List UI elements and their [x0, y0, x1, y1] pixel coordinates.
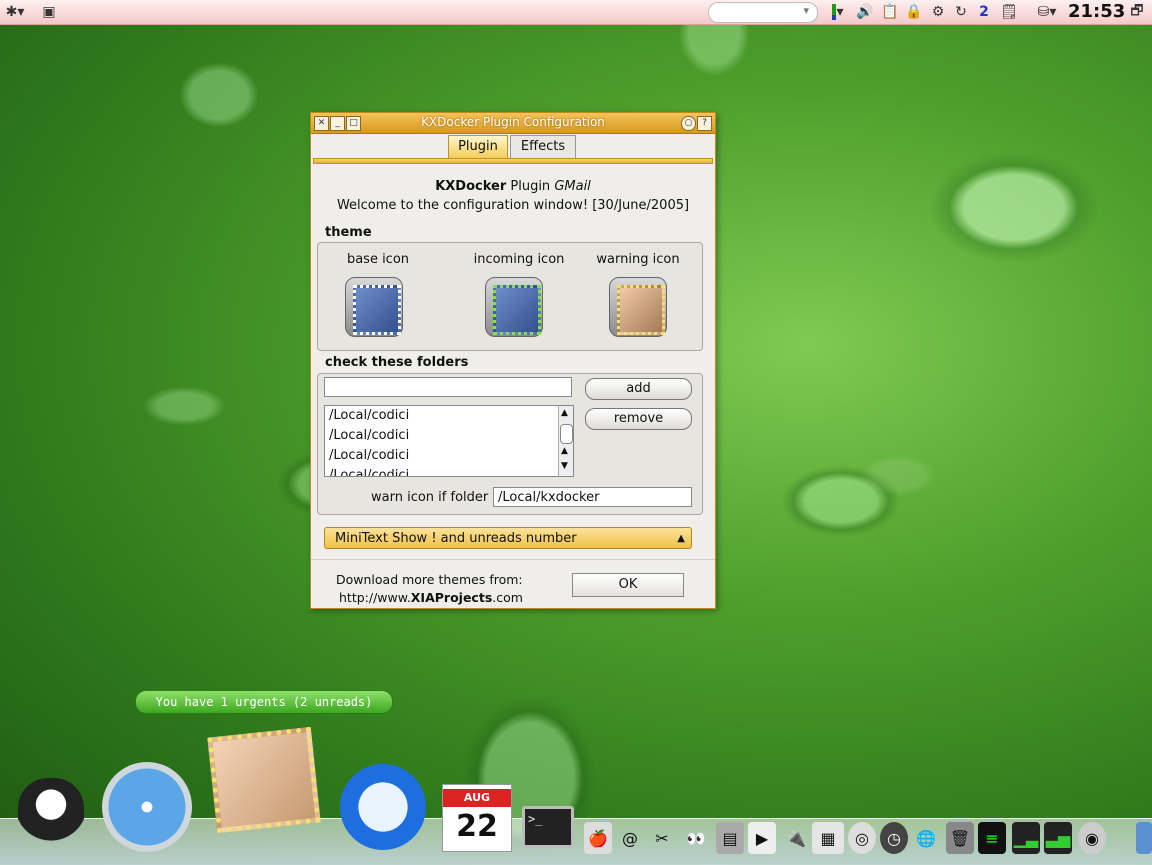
- plugin-heading: KXDocker Plugin GMail: [311, 179, 715, 194]
- plugin-name: GMail: [554, 179, 591, 194]
- window-titlebar[interactable]: ✕ _ □ KXDocker Plugin Configuration ○ ?: [311, 113, 715, 134]
- config-window: ✕ _ □ KXDocker Plugin Configuration ○ ? …: [310, 112, 716, 609]
- desktop-icon[interactable]: [1136, 822, 1152, 854]
- media-icon[interactable]: ▶: [748, 822, 776, 854]
- scroll-up-icon[interactable]: ▲: [561, 408, 568, 418]
- url-suffix: .com: [492, 590, 523, 605]
- clock-dock-icon[interactable]: ◷: [880, 822, 908, 854]
- warning-icon-label: warning icon: [596, 252, 680, 267]
- base-icon-label: base icon: [346, 252, 410, 267]
- tab-underline: [313, 158, 713, 164]
- clock[interactable]: 21:53: [1068, 1, 1125, 22]
- base-mail-icon[interactable]: [345, 277, 403, 337]
- add-button[interactable]: add: [585, 378, 692, 400]
- themes-url[interactable]: http://www.XIAProjects.com: [339, 590, 523, 605]
- tab-bar: Plugin Effects: [311, 133, 715, 159]
- sticky-icon[interactable]: ○: [681, 116, 696, 131]
- lock-icon[interactable]: 🔒: [904, 2, 924, 22]
- load-monitor-icon[interactable]: ▃▅: [1044, 822, 1072, 854]
- scroll-thumb[interactable]: [560, 424, 573, 444]
- tools-icon[interactable]: ✂: [648, 822, 676, 854]
- tab-plugin[interactable]: Plugin: [448, 135, 508, 158]
- list-item[interactable]: /Local/codici: [325, 426, 573, 446]
- cpu-monitor-icon[interactable]: ▁▃: [1012, 822, 1040, 854]
- download-text: Download more themes from:: [336, 572, 523, 587]
- list-item[interactable]: /Local/codici: [325, 406, 573, 426]
- trash-icon[interactable]: 🗑: [946, 822, 974, 854]
- ok-button[interactable]: OK: [572, 573, 684, 597]
- warn-folder-label: warn icon if folder: [371, 490, 489, 505]
- xeyes-icon[interactable]: 👀: [682, 822, 710, 854]
- safari-compass-icon[interactable]: [102, 762, 192, 852]
- urgent-notification[interactable]: You have 1 urgents (2 unreads): [135, 690, 393, 714]
- url-brand: XIAProjects: [410, 590, 493, 605]
- incoming-stamp-icon: [493, 285, 541, 335]
- network-globe-icon[interactable]: 🌐: [912, 822, 940, 854]
- terminal-icon[interactable]: >_: [522, 806, 574, 848]
- window-title: KXDocker Plugin Configuration: [421, 115, 605, 129]
- remove-button[interactable]: remove: [585, 408, 692, 430]
- window-icon[interactable]: ▦: [812, 822, 844, 854]
- help-icon[interactable]: ?: [697, 116, 712, 131]
- clipboard-icon[interactable]: 📋: [880, 2, 900, 22]
- finder-icon[interactable]: 🍎: [584, 822, 612, 854]
- list-scrollbar[interactable]: ▲ ▲ ▼: [558, 406, 573, 476]
- incoming-icon-label: incoming icon: [473, 252, 565, 267]
- theme-title: theme: [325, 225, 372, 240]
- volume-icon[interactable]: 🔊: [854, 2, 876, 22]
- window-list-icon[interactable]: 🗗: [1126, 2, 1148, 22]
- mail-at-icon[interactable]: @: [616, 822, 644, 854]
- calendar-day: 22: [456, 809, 498, 844]
- cd-icon[interactable]: ◎: [848, 822, 876, 854]
- plug-icon[interactable]: 🔌: [782, 822, 810, 854]
- brand-name: KXDocker: [435, 179, 507, 194]
- network-meter-icon[interactable]: ▾: [826, 2, 850, 22]
- mode-select[interactable]: MiniText Show ! and unreads number ▲: [324, 527, 692, 549]
- notes-icon[interactable]: 🗒: [998, 2, 1020, 22]
- welcome-text: Welcome to the configuration window! [30…: [336, 198, 690, 213]
- scroll-up-icon[interactable]: ▲: [561, 446, 568, 456]
- calendar-month: AUG: [443, 789, 511, 807]
- incoming-mail-icon[interactable]: [485, 277, 543, 337]
- matrix-icon[interactable]: ≡: [978, 822, 1006, 854]
- kmenu-icon[interactable]: ✱▾: [2, 2, 28, 22]
- scroll-down-icon[interactable]: ▼: [561, 461, 568, 471]
- footer-divider: [311, 559, 715, 560]
- mode-select-value: MiniText Show ! and unreads number: [335, 531, 577, 546]
- disk-icon[interactable]: ◉: [1078, 822, 1106, 854]
- plugin-word: Plugin: [506, 179, 555, 194]
- tux-icon[interactable]: [18, 778, 84, 854]
- update-icon[interactable]: ↻: [950, 2, 972, 22]
- quicktime-icon[interactable]: [340, 764, 426, 850]
- kde-wallet-icon[interactable]: ⚙: [928, 2, 948, 22]
- calendar-icon[interactable]: AUG 22: [442, 784, 512, 852]
- tab-effects[interactable]: Effects: [510, 135, 576, 158]
- panel-search-input[interactable]: ▾: [708, 2, 818, 23]
- folders-title: check these folders: [325, 355, 469, 370]
- desktop-pager[interactable]: 2: [974, 2, 994, 22]
- warn-folder-input[interactable]: /Local/kxdocker: [493, 487, 692, 507]
- list-item[interactable]: /Local/codici: [325, 446, 573, 466]
- drive-icon[interactable]: ▤: [716, 822, 744, 854]
- url-prefix: http://www.: [339, 590, 411, 605]
- show-desktop-icon[interactable]: ▣: [38, 2, 60, 22]
- base-stamp-icon: [353, 285, 401, 335]
- warning-stamp-icon: [617, 285, 665, 335]
- warning-mail-icon[interactable]: [609, 277, 667, 337]
- theme-group: base icon incoming icon warning icon: [317, 242, 703, 351]
- top-panel: ✱▾ ▣ ▾ ▾ 🔊 📋 🔒 ⚙ ↻ 2 🗒 ⛁▾ 21:53 🗗: [0, 0, 1152, 25]
- folder-list[interactable]: /Local/codici /Local/codici /Local/codic…: [324, 405, 574, 477]
- search-dropdown-arrow[interactable]: ▾: [803, 4, 809, 17]
- system-tray-icon[interactable]: ⛁▾: [1030, 2, 1064, 22]
- updown-arrows-icon: ▲: [677, 533, 685, 544]
- list-item[interactable]: /Local/codici: [325, 466, 573, 476]
- folder-input[interactable]: [324, 377, 572, 397]
- gmail-stamp-dock-icon[interactable]: [207, 726, 321, 834]
